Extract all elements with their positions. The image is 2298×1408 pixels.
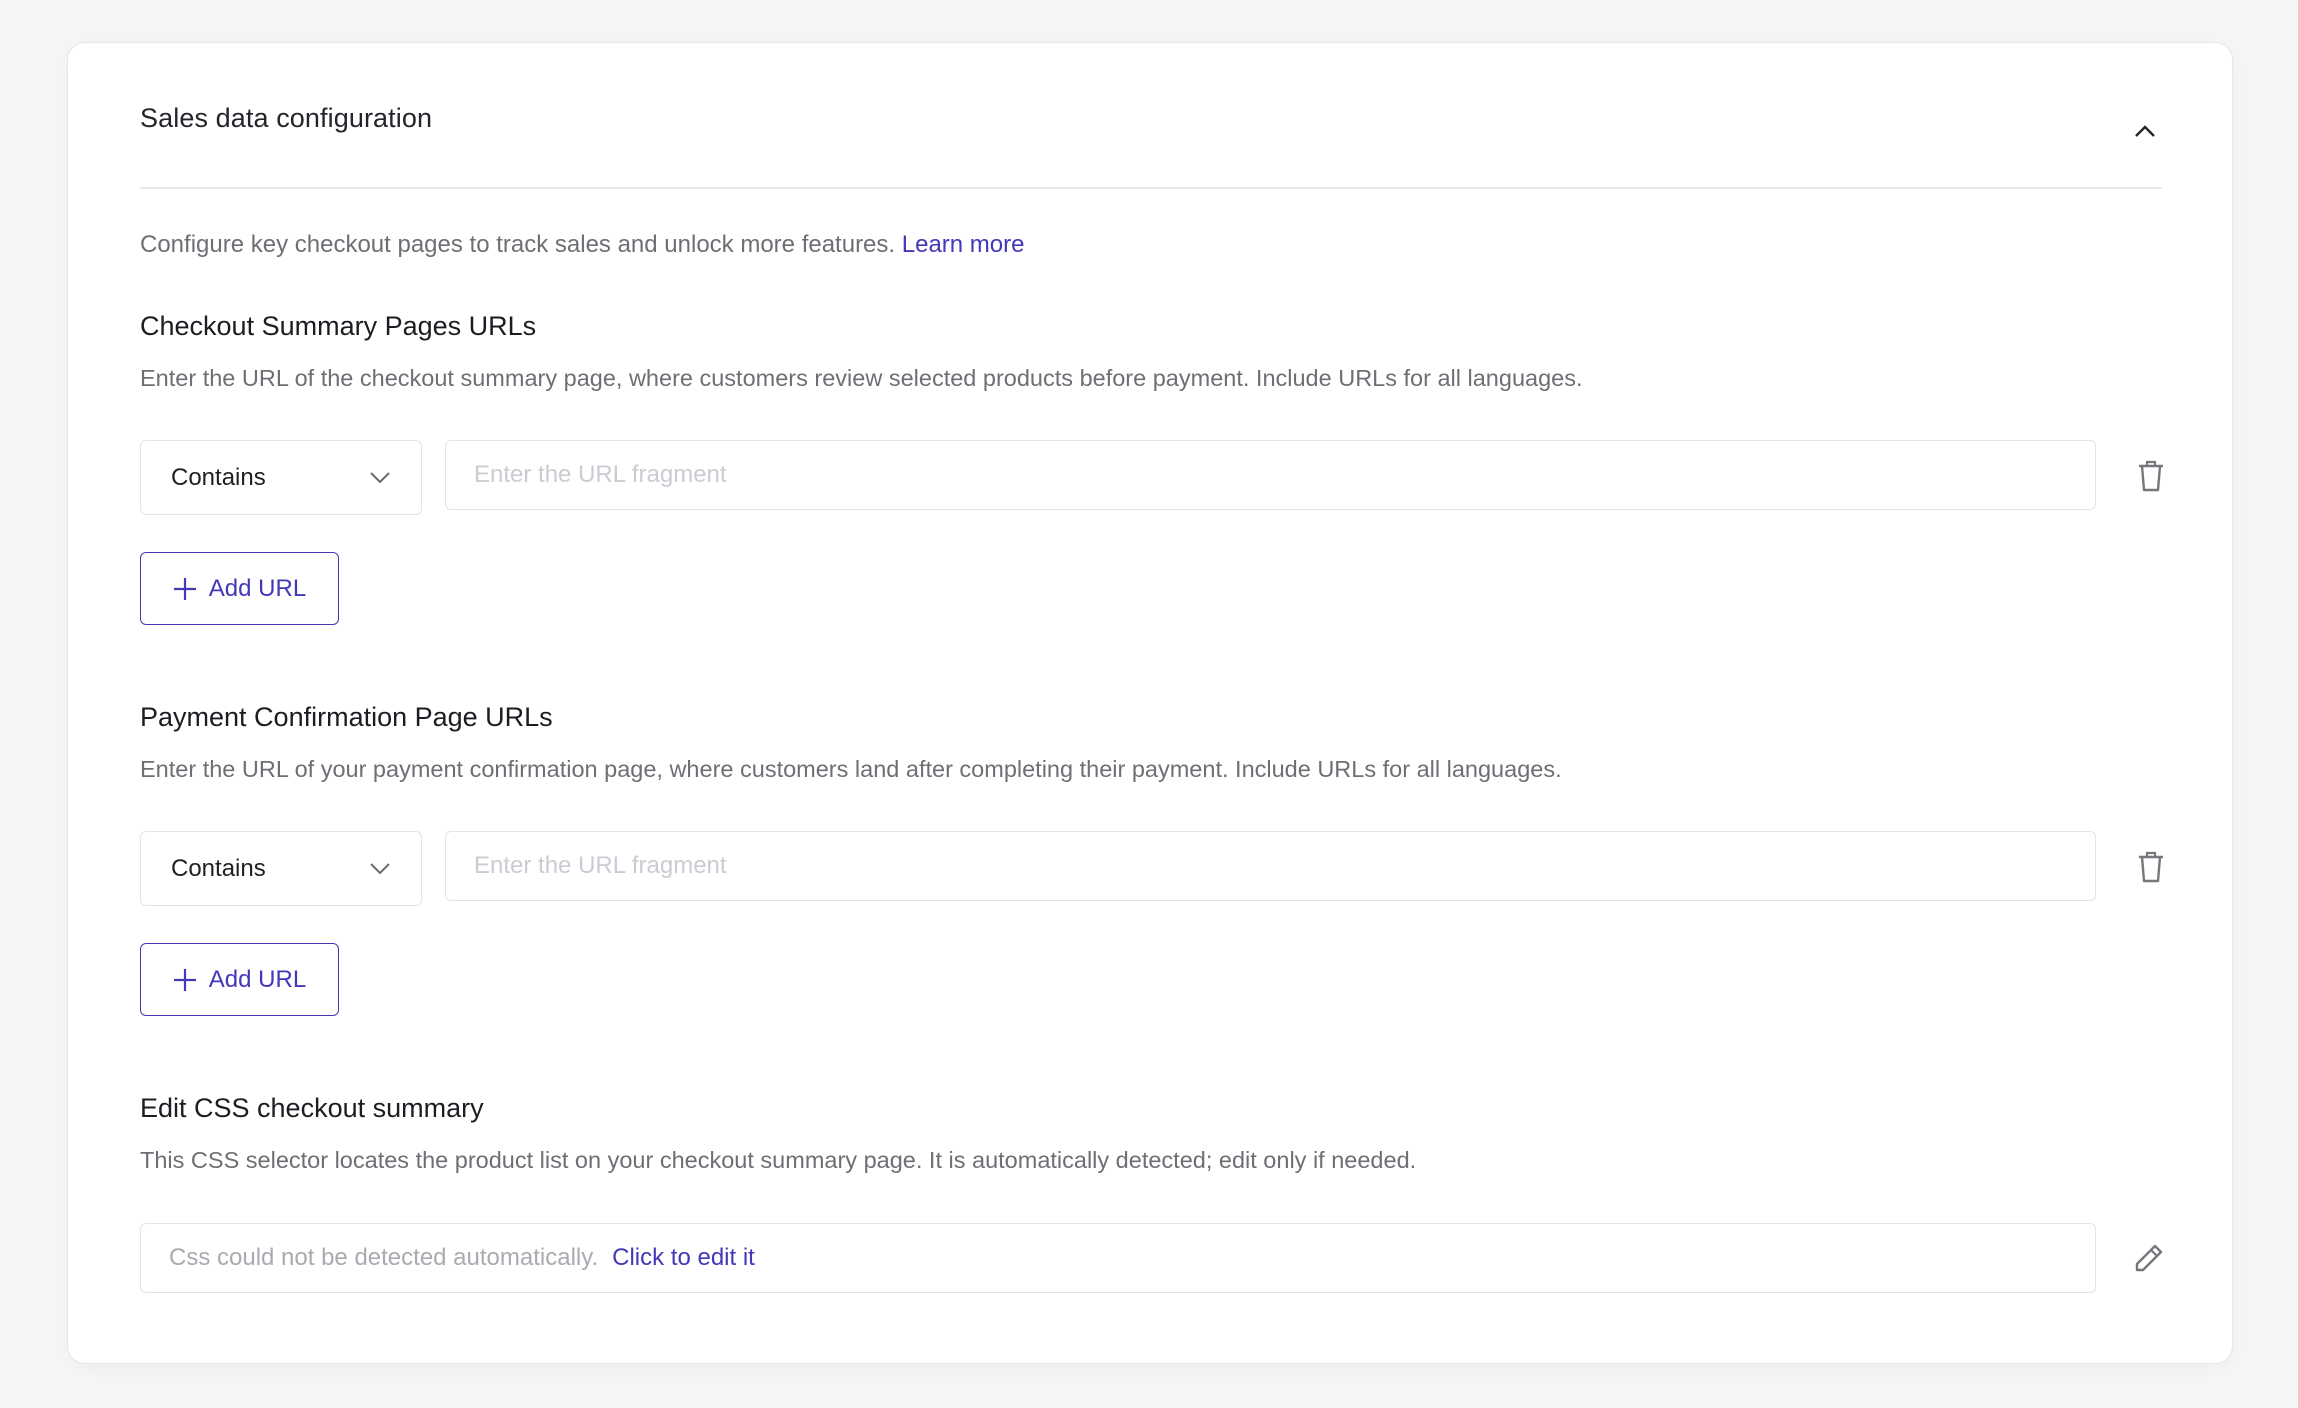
learn-more-link[interactable]: Learn more <box>902 231 1025 258</box>
collapse-button[interactable] <box>2127 113 2163 149</box>
checkout-summary-url-input[interactable] <box>445 440 2096 510</box>
sales-data-configuration-card: Sales data configuration Configure key c… <box>67 42 2233 1364</box>
payment-confirmation-url-input[interactable] <box>445 831 2096 901</box>
css-checkout-description: This CSS selector locates the product li… <box>140 1147 1417 1173</box>
select-value: Contains <box>171 463 266 491</box>
chevron-down-icon <box>370 472 390 484</box>
checkout-summary-add-url-button[interactable]: Add URL <box>140 552 339 625</box>
checkout-summary-heading: Checkout Summary Pages URLs <box>140 311 537 341</box>
checkout-summary-description: Enter the URL of the checkout summary pa… <box>140 365 1583 391</box>
chevron-down-icon <box>370 863 390 875</box>
edit-css-button[interactable] <box>2129 1238 2169 1278</box>
click-to-edit-link[interactable]: Click to edit it <box>612 1244 755 1272</box>
card-title: Sales data configuration <box>140 103 433 133</box>
payment-confirmation-heading: Payment Confirmation Page URLs <box>140 702 553 732</box>
plus-icon <box>173 968 196 991</box>
add-url-label: Add URL <box>208 965 307 993</box>
css-status-text: Css could not be detected automatically. <box>169 1244 599 1271</box>
trash-icon <box>2139 460 2163 492</box>
select-value: Contains <box>171 854 266 882</box>
chevron-up-icon <box>2135 125 2155 137</box>
css-selector-field[interactable]: Css could not be detected automatically.… <box>140 1223 2096 1293</box>
payment-confirmation-add-url-button[interactable]: Add URL <box>140 943 339 1016</box>
checkout-summary-match-type-select[interactable]: Contains <box>140 440 422 515</box>
add-url-label: Add URL <box>208 574 307 602</box>
plus-icon <box>173 577 196 600</box>
payment-confirmation-description: Enter the URL of your payment confirmati… <box>140 756 1562 782</box>
header-divider <box>140 187 2162 189</box>
trash-icon <box>2139 851 2163 883</box>
pencil-icon <box>2135 1244 2163 1272</box>
delete-checkout-summary-url-button[interactable] <box>2131 456 2171 496</box>
payment-confirmation-match-type-select[interactable]: Contains <box>140 831 422 906</box>
intro-text: Configure key checkout pages to track sa… <box>140 231 1024 259</box>
delete-payment-confirmation-url-button[interactable] <box>2131 847 2171 887</box>
css-checkout-heading: Edit CSS checkout summary <box>140 1093 484 1123</box>
intro-description: Configure key checkout pages to track sa… <box>140 231 896 258</box>
